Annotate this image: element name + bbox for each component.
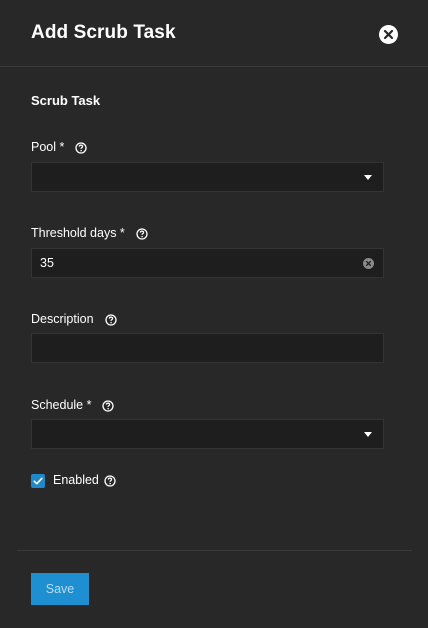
- schedule-select[interactable]: [31, 419, 384, 449]
- save-button[interactable]: Save: [31, 573, 89, 605]
- help-icon[interactable]: [104, 314, 117, 326]
- chevron-down-icon: [364, 432, 372, 437]
- chevron-down-icon: [364, 175, 372, 180]
- help-icon[interactable]: [136, 228, 148, 240]
- clear-icon[interactable]: [363, 258, 374, 269]
- threshold-days-value: 35: [40, 256, 54, 270]
- help-icon[interactable]: [75, 142, 88, 154]
- threshold-days-input[interactable]: 35: [31, 248, 384, 278]
- enabled-label[interactable]: Enabled: [53, 473, 99, 487]
- pool-label-row: Pool *: [31, 140, 88, 154]
- section-title: Scrub Task: [31, 93, 101, 108]
- footer-divider: [17, 550, 412, 551]
- threshold-days-label-row: Threshold days *: [31, 226, 148, 240]
- enabled-checkbox[interactable]: [31, 474, 45, 488]
- description-label: Description: [31, 312, 94, 326]
- pool-select[interactable]: [31, 162, 384, 192]
- threshold-days-label: Threshold days *: [31, 226, 125, 240]
- checkmark-icon: [33, 477, 43, 485]
- page-title: Add Scrub Task: [31, 22, 176, 43]
- enabled-label-row: Enabled: [53, 473, 116, 487]
- schedule-label: Schedule *: [31, 398, 92, 412]
- close-icon[interactable]: [379, 25, 398, 44]
- help-icon[interactable]: [102, 400, 115, 412]
- panel-header: Add Scrub Task: [0, 0, 428, 67]
- add-scrub-task-panel: Add Scrub Task Scrub Task Pool * Thresho…: [0, 0, 428, 628]
- description-input[interactable]: [31, 333, 384, 363]
- help-icon[interactable]: [104, 475, 116, 487]
- schedule-label-row: Schedule *: [31, 398, 115, 412]
- pool-label: Pool *: [31, 140, 65, 154]
- description-label-row: Description: [31, 312, 117, 326]
